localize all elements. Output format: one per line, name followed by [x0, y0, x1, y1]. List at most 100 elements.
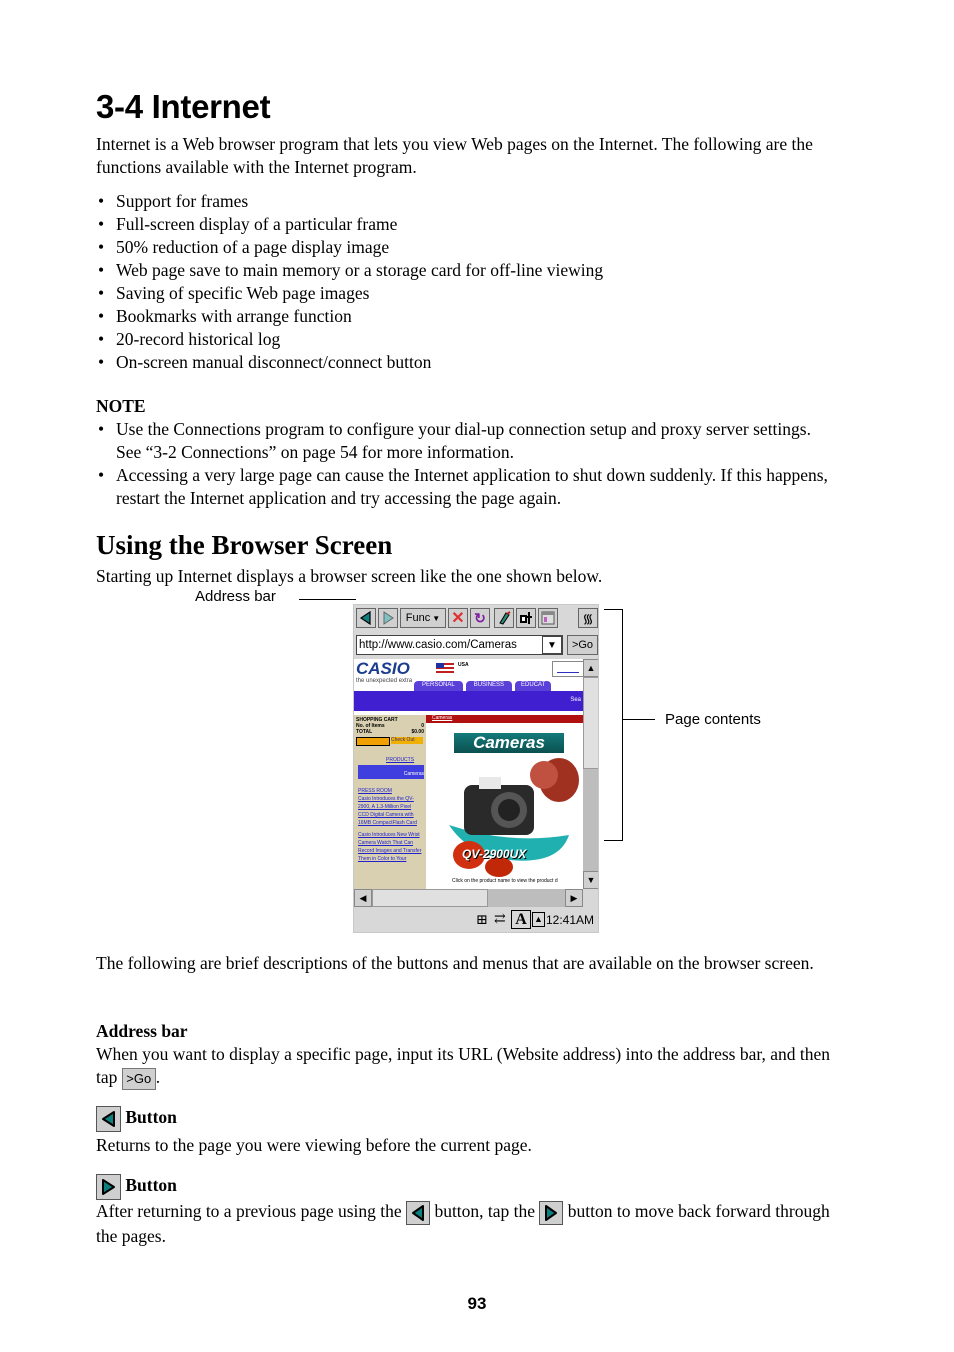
model-label: QV-2900UX: [462, 847, 527, 861]
bracket-bottom: [604, 840, 623, 841]
disconnect-icon: [520, 612, 532, 624]
cameras-nav-link[interactable]: Cameras: [358, 765, 424, 779]
back-button-heading: Button: [125, 1107, 177, 1128]
scroll-up-button[interactable]: ▲: [583, 659, 598, 677]
keyboard-toggle-icon[interactable]: ▲: [532, 912, 545, 927]
address-text: When you want to display a specific page…: [96, 1044, 830, 1087]
address-bar-heading: Address bar: [96, 1021, 188, 1041]
site-tab[interactable]: BUSINESS: [465, 681, 513, 691]
horizontal-scroll-thumb[interactable]: [372, 889, 488, 907]
fullscreen-icon: [541, 611, 555, 625]
breadcrumb-link[interactable]: Cameras: [432, 715, 452, 721]
arrow-left-icon: ◀: [359, 893, 367, 903]
feature-list: Support for frames Full-screen display o…: [96, 190, 846, 374]
products-link[interactable]: PRODUCTS: [386, 757, 414, 763]
note-item: Accessing a very large page can cause th…: [96, 464, 836, 510]
forward-button-heading: Button: [125, 1175, 177, 1196]
connect-icon: [499, 611, 511, 625]
page-contents[interactable]: CASIO the unexpected extra USA PERSONAL …: [354, 659, 583, 889]
address-value: http://www.casio.com/Cameras: [359, 639, 517, 651]
back-button-icon: [96, 1106, 121, 1132]
clock: 12:41AM: [546, 913, 595, 927]
feature-item: Bookmarks with arrange function: [96, 305, 846, 328]
cameras-link-label: Cameras: [403, 771, 424, 777]
refresh-button[interactable]: ↻: [470, 608, 490, 628]
taskbar: ⊞ ⇄ A ▲ 12:41AM: [354, 907, 598, 932]
scroll-right-button[interactable]: ▶: [565, 889, 583, 907]
stop-icon: ✕: [451, 610, 465, 627]
feature-item: On-screen manual disconnect/connect butt…: [96, 351, 846, 374]
site-search-box[interactable]: [552, 661, 583, 677]
press-link[interactable]: PRESS ROOM: [358, 787, 422, 795]
page-number: 93: [467, 1294, 487, 1313]
power-plug-icon[interactable]: ⇄: [494, 911, 506, 928]
back-button[interactable]: [356, 608, 376, 628]
callout-line: [299, 599, 356, 600]
feature-item: Support for frames: [96, 190, 846, 213]
bracket-vertical: [622, 609, 623, 841]
section-title: Using the Browser Screen: [96, 530, 393, 560]
feature-item: Full-screen display of a particular fram…: [96, 213, 846, 236]
address-bar-input[interactable]: http://www.casio.com/Cameras: [356, 635, 563, 655]
bracket-top: [604, 609, 623, 610]
cameras-banner: Cameras: [454, 733, 564, 753]
camera-product-image: [449, 758, 579, 877]
connection-icon[interactable]: ⊞: [476, 912, 488, 929]
func-menu-button[interactable]: Func ▼: [400, 608, 446, 628]
feature-item: 50% reduction of a page display image: [96, 236, 846, 259]
site-sidebar: SHOPPING CART No. of Items 0 TOTAL $0.00 C…: [354, 715, 426, 889]
site-tab[interactable]: PERSONAL: [414, 681, 463, 691]
page-title: 3-4 Internet: [96, 88, 271, 125]
forward-text: button, tap the: [434, 1201, 536, 1221]
callout-address-bar: Address bar: [195, 588, 276, 605]
feature-item: Web page save to main memory or a storag…: [96, 259, 846, 282]
func-label: Func: [405, 612, 431, 624]
breadcrumb-bar: Cameras: [426, 715, 583, 723]
scroll-down-button[interactable]: ▼: [583, 871, 598, 889]
go-label: >Go: [571, 639, 594, 651]
fullscreen-button[interactable]: [538, 608, 558, 628]
bracket-pointer: [622, 719, 655, 720]
press-link[interactable]: Casio Introduces New Wrist Camera Watch …: [358, 831, 422, 863]
forward-icon: [383, 611, 394, 625]
forward-text: After returning to a previous page using…: [96, 1201, 402, 1221]
note-heading: NOTE: [96, 396, 146, 416]
forward-button-description: After returning to a previous page using…: [96, 1200, 846, 1248]
cart-total-value: $0.00: [411, 729, 424, 735]
arrow-right-icon: ▶: [570, 893, 578, 903]
signal-button[interactable]: ᯾: [578, 608, 598, 628]
product-footer-text: Click on the product name to view the pr…: [452, 878, 558, 884]
forward-button-section: Button: [96, 1174, 846, 1200]
vertical-scroll-thumb[interactable]: [583, 677, 598, 769]
casio-logo: CASIO: [356, 659, 410, 678]
stop-button[interactable]: ✕: [448, 608, 468, 628]
section-intro: Starting up Internet displays a browser …: [96, 566, 603, 586]
us-flag-icon: [436, 663, 454, 673]
forward-button[interactable]: [378, 608, 398, 628]
disconnect-button[interactable]: [516, 608, 536, 628]
go-button[interactable]: >Go: [567, 635, 598, 655]
site-nav-bar: Sea: [354, 691, 583, 711]
chevron-down-icon: ▼: [547, 639, 557, 651]
site-tab[interactable]: EDUCAT: [515, 681, 552, 691]
note-list: Use the Connections program to configure…: [96, 418, 836, 510]
arrow-up-icon: ▲: [586, 663, 596, 673]
chevron-down-icon: ▼: [432, 613, 441, 623]
cart-total-label: TOTAL: [356, 729, 373, 735]
descriptions-intro: The following are brief descriptions of …: [96, 953, 814, 973]
note-item: Use the Connections program to configure…: [96, 418, 836, 464]
go-button-inline-icon: >Go: [121, 1067, 156, 1090]
view-cart-button[interactable]: [356, 737, 390, 746]
browser-screenshot: Func ▼ ✕ ↻ ᯾ http://www.casio.com/Camera…: [353, 604, 599, 933]
checkout-button[interactable]: Check Out: [391, 737, 423, 744]
connect-button[interactable]: [494, 608, 514, 628]
signal-icon: ᯾: [582, 611, 594, 626]
callout-page-contents: Page contents: [665, 711, 761, 728]
back-button-section: Button: [96, 1106, 846, 1132]
horizontal-scrollbar[interactable]: ◀ ▶: [354, 889, 583, 907]
scroll-left-button[interactable]: ◀: [354, 889, 372, 907]
address-dropdown-button[interactable]: ▼: [542, 636, 562, 654]
press-link[interactable]: Casio Introduces the QV-2900, A 1.3-Mill…: [358, 795, 422, 827]
input-mode-indicator[interactable]: A: [511, 910, 531, 929]
vertical-scrollbar[interactable]: ▲ ▼: [583, 659, 598, 889]
